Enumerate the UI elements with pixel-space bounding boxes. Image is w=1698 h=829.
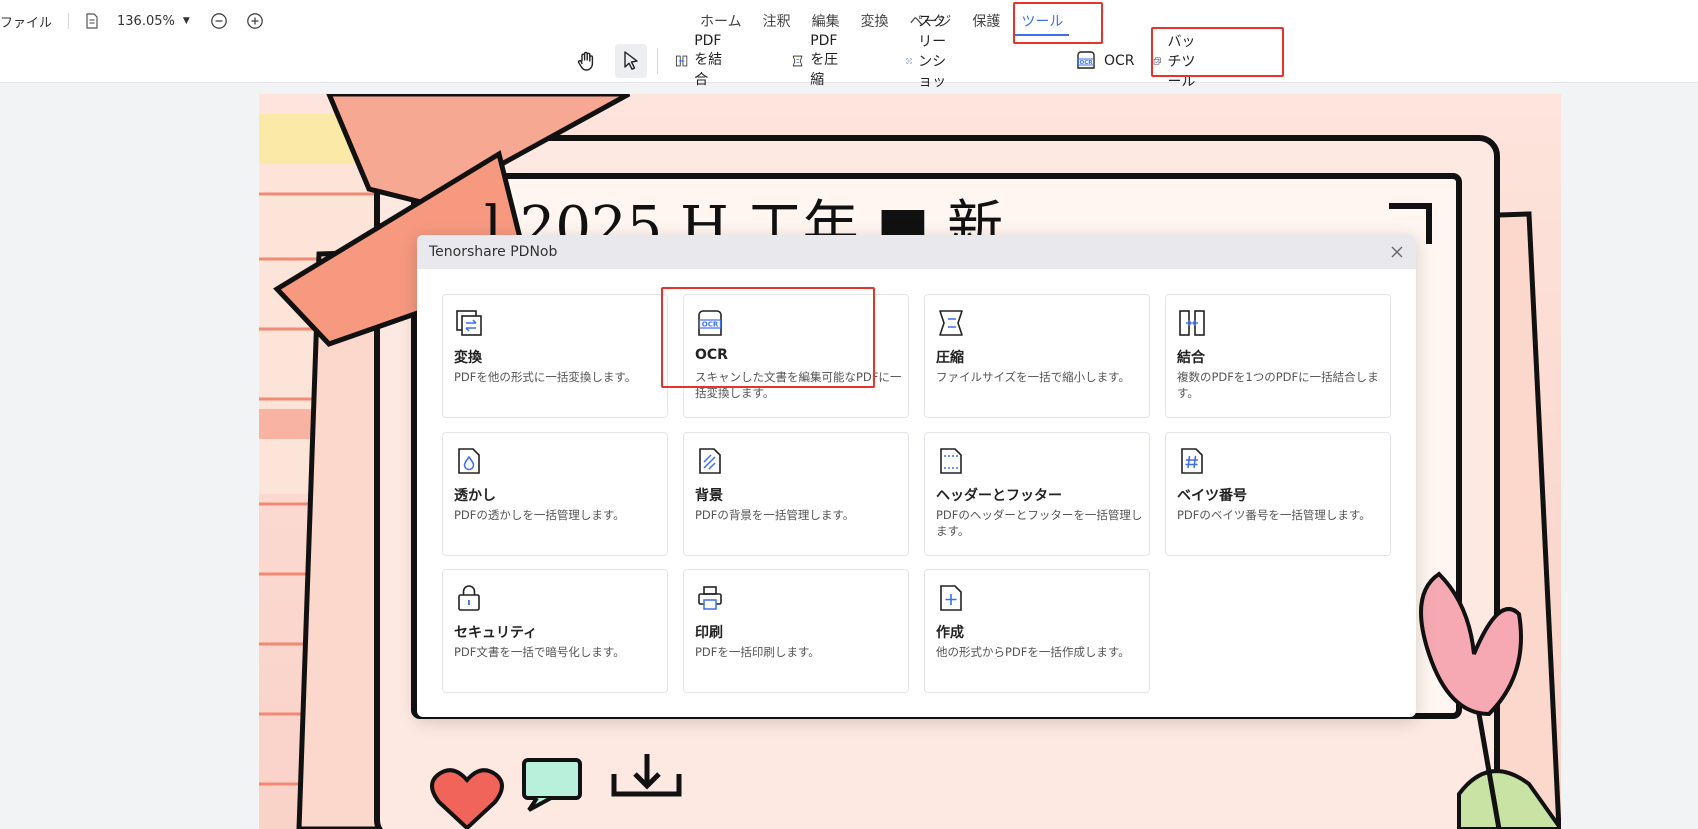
tab-protect[interactable]: 保護 [972,12,1000,36]
card-convert[interactable]: 変換 PDFを他の形式に一括変換します。 [442,294,668,418]
card-background[interactable]: 背景 PDFの背景を一括管理します。 [683,432,909,556]
card-description: PDFを一括印刷します。 [695,645,820,659]
merge-pdf-button[interactable]: PDFを結合 [675,33,732,88]
create-file-icon [940,585,962,611]
batch-tool-label: バッチツール [1167,34,1196,90]
compress-icon [792,55,803,67]
card-title: ヘッダーとフッター [936,488,1062,504]
ocr-icon: OCR [1077,51,1095,69]
page-view-icon[interactable] [83,12,101,30]
card-title: 圧縮 [936,350,964,366]
watermark-icon [458,448,480,474]
card-description: PDFの背景を一括管理します。 [695,508,855,522]
compress-pdf-label: PDFを圧縮 [810,33,839,88]
card-title: ベイツ番号 [1177,488,1247,504]
zoom-out-icon[interactable] [210,12,228,30]
card-description: PDFの透かしを一括管理します。 [454,508,625,522]
main-menu: ホーム 注釈 編集 変換 ページ 保護 ツール [700,12,1084,36]
ocr-button[interactable]: OCR OCR [1074,44,1135,78]
card-title: セキュリティ [454,625,538,641]
card-description: PDFのヘッダーとフッターを一括管理します。 [936,508,1143,538]
zoom-in-icon[interactable] [246,12,264,30]
card-description: PDFのベイツ番号を一括管理します。 [1177,508,1371,522]
toolbar-left-group: ファイル 136.05% ▼ [0,10,264,32]
close-icon[interactable] [1390,245,1404,259]
zoom-level[interactable]: 136.05% [117,14,175,29]
svg-text:OCR: OCR [1080,60,1094,66]
header-footer-icon [940,448,962,474]
dialog-title: Tenorshare PDNob [429,244,558,260]
tab-annotate[interactable]: 注釈 [763,12,791,36]
card-security[interactable]: セキュリティ PDF文書を一括で暗号化します。 [442,569,668,693]
merge-pdf-label: PDFを結合 [694,33,723,88]
card-compress[interactable]: 圧縮 ファイルサイズを一括で縮小します。 [924,294,1150,418]
card-description: PDFを他の形式に一括変換します。 [454,370,637,384]
tab-convert[interactable]: 変換 [861,12,889,36]
batch-icon [1153,57,1161,65]
card-title: 透かし [454,488,496,504]
divider [68,13,70,29]
bates-number-icon [1181,448,1203,474]
background-icon [699,448,721,474]
hand-icon [577,51,594,71]
hand-tool-button[interactable] [574,44,604,78]
printer-icon [698,586,722,610]
card-description: 複数のPDFを1つのPDFに一括結合します。 [1177,370,1379,400]
file-menu[interactable]: ファイル [0,12,52,31]
chevron-down-icon[interactable]: ▼ [183,16,190,26]
card-merge[interactable]: 結合 複数のPDFを1つのPDFに一括結合します。 [1165,294,1391,418]
convert-icon [456,310,482,336]
card-print[interactable]: 印刷 PDFを一括印刷します。 [683,569,909,693]
merge-icon [1179,310,1205,336]
divider [657,48,658,74]
card-create[interactable]: 作成 他の形式からPDFを一括作成します。 [924,569,1150,693]
cursor-icon [624,51,638,70]
batch-tools-dialog: Tenorshare PDNob 変換 PDFを他の形式に一括変換します。 OC… [417,235,1416,717]
card-description: PDF文書を一括で暗号化します。 [454,645,625,659]
card-ocr[interactable]: OCR OCR スキャンした文書を編集可能なPDFに一括変換します。 [683,294,909,418]
compress-icon [939,310,963,336]
compress-pdf-button[interactable]: PDFを圧縮 [791,33,848,88]
tab-tools[interactable]: ツール [1015,12,1070,36]
card-title: OCR [695,347,728,363]
lock-icon [458,585,480,611]
card-header-footer[interactable]: ヘッダーとフッター PDFのヘッダーとフッターを一括管理します。 [924,432,1150,556]
dialog-header: Tenorshare PDNob [417,235,1416,269]
card-title: 印刷 [695,625,723,641]
select-tool-button[interactable] [615,44,647,78]
card-title: 作成 [936,625,964,641]
svg-text:OCR: OCR [702,321,719,329]
card-title: 結合 [1177,350,1205,366]
screenshot-icon [906,58,912,64]
screenshot-button[interactable]: スクリーンショット [906,14,950,110]
card-description: スキャンした文書を編集可能なPDFに一括変換します。 [695,370,902,400]
card-title: 変換 [454,350,482,366]
card-description: 他の形式からPDFを一括作成します。 [936,645,1130,659]
card-bates-number[interactable]: ベイツ番号 PDFのベイツ番号を一括管理します。 [1165,432,1391,556]
card-watermark[interactable]: 透かし PDFの透かしを一括管理します。 [442,432,668,556]
ocr-icon: OCR [698,310,722,336]
ocr-label: OCR [1104,53,1135,69]
card-title: 背景 [695,488,723,504]
merge-icon [675,55,688,67]
card-description: ファイルサイズを一括で縮小します。 [936,370,1131,384]
top-toolbar: ファイル 136.05% ▼ ホーム 注釈 編集 変換 ページ 保護 ツール P… [0,0,1698,110]
batch-tool-button[interactable]: バッチツール [1153,34,1197,90]
